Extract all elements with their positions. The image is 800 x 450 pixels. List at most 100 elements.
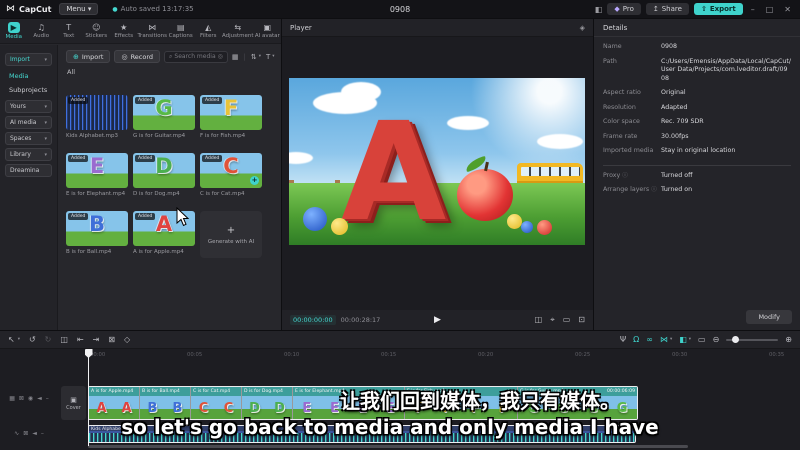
fullscreen-icon[interactable]: ⊡	[578, 315, 585, 325]
sidebar-item-ai-media[interactable]: AI media ▾	[5, 116, 52, 129]
redo-icon[interactable]: ↻	[45, 335, 52, 344]
ruler-label: 00:10	[284, 352, 300, 358]
media-item-kids-alphabet[interactable]: Added Kids Alphabet.mp3	[66, 95, 128, 139]
chevron-down-icon: ▾	[44, 56, 47, 63]
current-timecode: 00:00:00:00	[290, 315, 336, 325]
transition-toggle-icon[interactable]: ⋈	[660, 335, 668, 344]
select-tool-icon[interactable]: ↖	[8, 335, 15, 344]
adjustment-icon: ⇆	[234, 23, 242, 32]
capcut-window: ⋈ CapCut Menu ▾ ● Auto saved 13:17:35 09…	[0, 0, 800, 450]
sidebar-item-dreamina[interactable]: Dreamina	[5, 164, 52, 177]
details-panel: Details Name 0908 Path C:/Users/Emensis/Ap…	[594, 19, 800, 330]
tab-ai-avatar[interactable]: ▣ AI avatar	[254, 19, 282, 43]
detail-row-proxy: Proxy ⓘ Turned off	[603, 171, 693, 179]
tab-captions[interactable]: ▤ Captions	[167, 19, 195, 43]
media-item-f-fish[interactable]: Added F F is for Fish.mp4	[200, 95, 262, 139]
tab-media[interactable]: ▶ Media	[0, 19, 28, 43]
autosave-dot-icon: ●	[112, 5, 118, 13]
hide-icon[interactable]: ◉	[28, 395, 33, 402]
filter-icon[interactable]: T	[266, 53, 270, 61]
zoom-out-icon[interactable]: ⊖	[713, 335, 720, 344]
search-scope-icon[interactable]: ◎	[218, 53, 223, 60]
added-badge: Added	[202, 155, 223, 162]
grid-view-icon[interactable]: ▦	[232, 53, 239, 61]
compare-icon[interactable]: ◫	[535, 315, 543, 325]
share-button[interactable]: ↥ Share	[645, 3, 689, 15]
trim-left-icon[interactable]: ⇤	[77, 335, 84, 344]
timeline-ruler[interactable]: 00:00 00:05 00:10 00:15 00:20 00:25 00:3…	[58, 349, 800, 362]
zoom-in-icon[interactable]: ⊕	[785, 335, 792, 344]
mic-icon[interactable]: Ψ	[620, 335, 626, 344]
media-item-c-cat[interactable]: Added C + C is for Cat.mp4	[200, 153, 262, 197]
cover-icon: ▣	[70, 395, 77, 404]
sidebar-item-spaces[interactable]: Spaces ▾	[5, 132, 52, 145]
tab-stickers[interactable]: ☺ Stickers	[83, 19, 111, 43]
player-menu-icon[interactable]: ◈	[580, 24, 585, 32]
delete-icon[interactable]: ⊠	[108, 335, 115, 344]
mouse-cursor	[176, 207, 190, 227]
timeline-toolbar: ↖ ▾ ↺ ↻ ◫ ⇤ ⇥ ⊠ ◇ Ψ Ω ∞ ⋈ ▾ ◧ ▾ ▭ ⊖ ⊕	[0, 331, 800, 349]
zoom-slider-knob[interactable]	[732, 336, 740, 343]
sidebar-item-yours[interactable]: Yours ▾	[5, 100, 52, 113]
add-to-timeline-button[interactable]: +	[250, 176, 259, 185]
tab-transitions[interactable]: ⋈ Transitions	[138, 19, 167, 43]
mute-icon[interactable]: ◄	[37, 395, 42, 402]
autosave-status: ● Auto saved 13:17:35	[112, 5, 194, 13]
tab-effects[interactable]: ★ Effects	[110, 19, 138, 43]
record-button[interactable]: ◎ Record	[114, 50, 161, 63]
pro-button[interactable]: ◆ Pro	[607, 3, 641, 15]
menu-button[interactable]: Menu ▾	[59, 3, 99, 15]
ruler-label: 00:05	[187, 352, 203, 358]
media-item-b-ball[interactable]: Added B B is for Ball.mp4	[66, 211, 128, 255]
maximize-button[interactable]: □	[763, 5, 777, 14]
split-icon[interactable]: ◫	[60, 335, 68, 344]
video-preview[interactable]: A	[289, 78, 585, 245]
collapse-icon[interactable]: –	[46, 395, 49, 402]
media-item-e-elephant[interactable]: Added E E is for Elephant.mp4	[66, 153, 128, 197]
export-button[interactable]: ⇧ Export	[693, 3, 743, 15]
import-button[interactable]: ⊕ Import	[66, 50, 111, 63]
sidebar-item-import[interactable]: Import ▾	[5, 53, 52, 66]
info-icon: ⓘ	[651, 187, 657, 193]
media-item-g-guitar[interactable]: Added G G is for Guitar.mp4	[133, 95, 195, 139]
record-icon: ◎	[121, 52, 128, 61]
search-input[interactable]: ⌕ Search media ◎	[164, 50, 228, 63]
undo-icon[interactable]: ↺	[29, 335, 36, 344]
media-content: ⊕ Import ◎ Record ⌕ Search media ◎ ▦ | ⇅ ▾ …	[58, 45, 281, 330]
yellow-ball	[331, 218, 348, 235]
cloud	[537, 134, 583, 149]
horizontal-scrollbar[interactable]	[88, 445, 688, 448]
video-track-header: ▦ ⊠ ◉ ◄ –	[0, 395, 58, 402]
ruler-label: 00:15	[381, 352, 397, 358]
link-toggle-icon[interactable]: ∞	[646, 335, 653, 344]
sidebar-item-media[interactable]: Media	[9, 72, 48, 80]
tab-filters[interactable]: ◭ Filters	[194, 19, 222, 43]
sidebar-item-library[interactable]: Library ▾	[5, 148, 52, 161]
lock-icon[interactable]: ⊠	[19, 395, 24, 402]
pro-diamond-icon: ◆	[614, 5, 620, 13]
media-item-d-dog[interactable]: Added D D is for Dog.mp4	[133, 153, 195, 197]
sort-icon[interactable]: ⇅	[251, 53, 257, 61]
preview-quality-icon[interactable]: ▭	[563, 315, 571, 325]
divider: |	[243, 52, 246, 61]
media-grid: Added Kids Alphabet.mp3 Added G G is for …	[66, 95, 279, 330]
generate-with-ai-button[interactable]: + Generate with AI	[200, 211, 262, 258]
ruler-label: 00:30	[672, 352, 688, 358]
layout-icon[interactable]: ◧	[595, 5, 603, 14]
minimize-button[interactable]: –	[748, 5, 758, 14]
tab-adjustment[interactable]: ⇆ Adjustment	[222, 19, 254, 43]
magnet-toggle-icon[interactable]: Ω	[633, 335, 639, 344]
sidebar-item-subprojects[interactable]: Subprojects	[9, 86, 48, 94]
tab-text[interactable]: T Text	[55, 19, 83, 43]
media-sidebar: Import ▾ Media Subprojects Yours ▾ AI medi…	[0, 45, 58, 330]
mask-icon[interactable]: ◇	[124, 335, 130, 344]
keyframe-toggle-icon[interactable]: ◧	[679, 335, 687, 344]
focus-icon[interactable]: ⌖	[550, 315, 555, 325]
trim-right-icon[interactable]: ⇥	[93, 335, 100, 344]
tab-audio[interactable]: ♫ Audio	[28, 19, 56, 43]
modify-button[interactable]: Modify	[746, 310, 792, 324]
close-button[interactable]: ✕	[781, 5, 794, 14]
timeline-zoom-slider[interactable]	[726, 336, 779, 343]
preview-axis-icon[interactable]: ▭	[698, 335, 706, 344]
chevron-down-icon: ▾	[17, 337, 20, 342]
